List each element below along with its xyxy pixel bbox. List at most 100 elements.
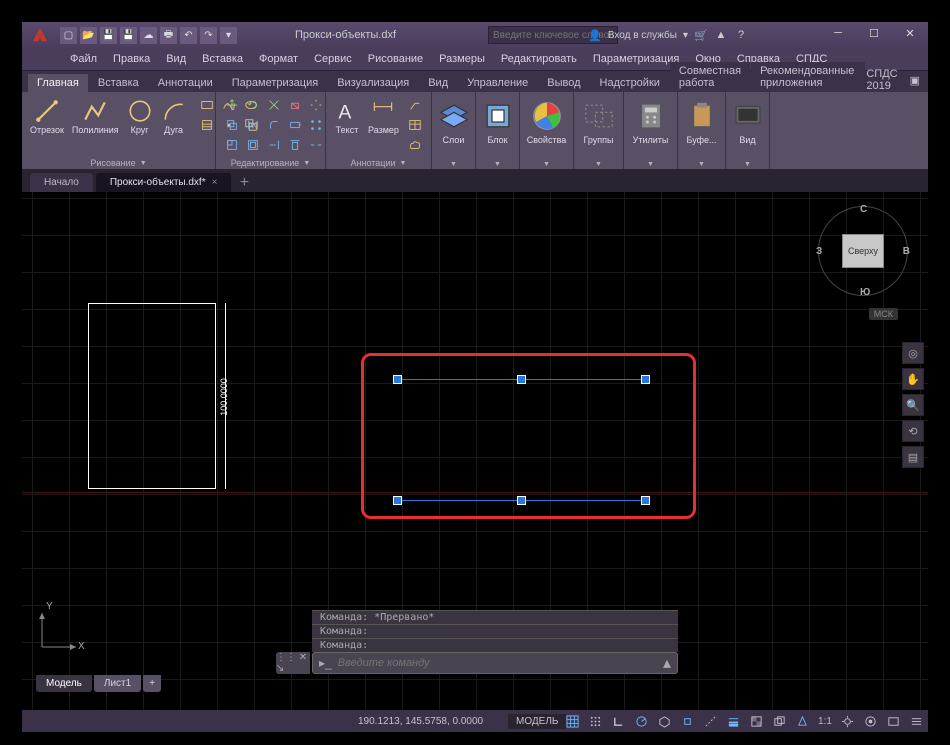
ribtab-insert[interactable]: Вставка: [89, 74, 148, 92]
groups-button[interactable]: Группы: [580, 96, 617, 147]
qat-plot-icon[interactable]: 🖶: [160, 27, 177, 44]
app-logo-icon[interactable]: [26, 24, 54, 46]
grip[interactable]: [393, 375, 402, 384]
grip[interactable]: [517, 375, 526, 384]
navbar-pan-icon[interactable]: ✋: [902, 368, 924, 390]
signin-label[interactable]: Вход в службы: [608, 30, 677, 41]
stretch-icon[interactable]: [285, 116, 305, 134]
sb-ortho-icon[interactable]: [608, 712, 628, 730]
sb-grid-icon[interactable]: [562, 712, 582, 730]
sb-scale-label[interactable]: 1:1: [815, 712, 835, 730]
close-button[interactable]: ✕: [892, 22, 928, 44]
exchange-icon[interactable]: 🛒: [694, 28, 708, 42]
maximize-button[interactable]: ☐: [856, 22, 892, 44]
status-coords[interactable]: 190.1213, 145.5758, 0.0000: [358, 716, 483, 727]
ribtab-spds[interactable]: СПДС 2019: [866, 68, 897, 92]
sb-lineweight-icon[interactable]: [723, 712, 743, 730]
layout-model[interactable]: Модель: [36, 675, 92, 692]
grip[interactable]: [393, 496, 402, 505]
ribtab-visual[interactable]: Визуализация: [328, 74, 418, 92]
utils-button[interactable]: Утилиты: [630, 96, 671, 147]
navbar-zoom-icon[interactable]: 🔍: [902, 394, 924, 416]
block-button[interactable]: Блок: [482, 96, 513, 147]
ribbon-collapse-icon[interactable]: ▣: [910, 74, 920, 87]
layers-button[interactable]: Слои: [438, 96, 469, 147]
qat-open-icon[interactable]: 📂: [80, 27, 97, 44]
array-icon[interactable]: [306, 116, 326, 134]
command-line[interactable]: ▸_ ▴: [312, 652, 678, 674]
erase-icon[interactable]: [285, 96, 305, 114]
paste-button[interactable]: Буфе...: [684, 96, 719, 147]
trim-icon[interactable]: [264, 96, 284, 114]
sb-snap-icon[interactable]: [585, 712, 605, 730]
viewcube[interactable]: Сверху С Ю В З: [818, 206, 908, 296]
qat-more-icon[interactable]: ▾: [220, 27, 237, 44]
drawing-canvas[interactable]: document.write(Array.from({length:25},(_…: [22, 192, 928, 710]
ribtab-manage[interactable]: Управление: [458, 74, 537, 92]
table-icon[interactable]: [405, 116, 425, 134]
menu-edit[interactable]: Правка: [105, 51, 158, 67]
grip[interactable]: [641, 375, 650, 384]
sb-fullscreen-icon[interactable]: [884, 712, 904, 730]
sb-customize-icon[interactable]: [907, 712, 927, 730]
viewcube-west[interactable]: З: [816, 246, 822, 257]
panel-modify-title[interactable]: Редактирование: [231, 158, 300, 168]
line-button[interactable]: Отрезок: [28, 96, 66, 137]
scale-icon[interactable]: [222, 136, 242, 154]
mirror-icon[interactable]: [243, 116, 263, 134]
circle-button[interactable]: Круг: [125, 96, 155, 137]
minimize-button[interactable]: ─: [820, 22, 856, 44]
help-icon[interactable]: ?: [734, 28, 748, 42]
cmd-handle[interactable]: ⋮⋮ ✕ ↘: [276, 652, 310, 674]
ribtab-annot[interactable]: Аннотации: [149, 74, 222, 92]
ribtab-output[interactable]: Вывод: [538, 74, 589, 92]
signin-icon[interactable]: 👤: [588, 28, 602, 42]
menu-tools[interactable]: Сервис: [306, 51, 360, 67]
rect-icon[interactable]: [197, 96, 217, 114]
sb-otrack-icon[interactable]: [700, 712, 720, 730]
menu-format[interactable]: Формат: [251, 51, 306, 67]
extend-icon[interactable]: [264, 136, 284, 154]
sb-transparency-icon[interactable]: [746, 712, 766, 730]
ribtab-collab[interactable]: Совместная работа: [670, 62, 750, 92]
doctab-active[interactable]: Прокси-объекты.dxf*: [96, 173, 232, 192]
arc-button[interactable]: Дуга: [159, 96, 189, 137]
navbar-orbit-icon[interactable]: ⟲: [902, 420, 924, 442]
command-input[interactable]: [338, 657, 657, 669]
viewcube-east[interactable]: В: [903, 246, 910, 257]
props-button[interactable]: Свойства: [526, 96, 567, 147]
cloud-icon[interactable]: [405, 136, 425, 154]
grip[interactable]: [517, 496, 526, 505]
qat-redo-icon[interactable]: ↷: [200, 27, 217, 44]
menu-modify[interactable]: Редактировать: [493, 51, 585, 67]
break-icon[interactable]: [306, 136, 326, 154]
panel-draw-title[interactable]: Рисование: [90, 158, 135, 168]
qat-undo-icon[interactable]: ↶: [180, 27, 197, 44]
ribtab-addins[interactable]: Надстройки: [591, 74, 669, 92]
sb-iso-icon[interactable]: [654, 712, 674, 730]
sb-gear-icon[interactable]: [838, 712, 858, 730]
sb-annoscale-icon[interactable]: [792, 712, 812, 730]
hatch-icon[interactable]: [197, 116, 217, 134]
ribtab-view[interactable]: Вид: [419, 74, 457, 92]
viewcube-south[interactable]: Ю: [860, 287, 870, 298]
menu-view[interactable]: Вид: [158, 51, 194, 67]
explode-icon[interactable]: [306, 96, 326, 114]
qat-saveas-icon[interactable]: 💾: [120, 27, 137, 44]
copy-icon[interactable]: [222, 116, 242, 134]
ribtab-home[interactable]: Главная: [28, 74, 88, 92]
viewcube-top-face[interactable]: Сверху: [842, 234, 884, 268]
dim-button[interactable]: Размер: [366, 96, 401, 137]
a360-icon[interactable]: ▲: [714, 28, 728, 42]
move-icon[interactable]: [222, 96, 242, 114]
viewcube-north[interactable]: С: [860, 204, 867, 215]
menu-draw[interactable]: Рисование: [360, 51, 431, 67]
ribtab-featured[interactable]: Рекомендованные приложения: [751, 62, 865, 92]
navbar-show-icon[interactable]: ▤: [902, 446, 924, 468]
sb-isolate-icon[interactable]: [861, 712, 881, 730]
qat-web-icon[interactable]: ☁: [140, 27, 157, 44]
fillet-icon[interactable]: [264, 116, 284, 134]
offset-icon[interactable]: [243, 136, 263, 154]
ucs-name[interactable]: МСК: [869, 308, 898, 320]
sb-cycling-icon[interactable]: [769, 712, 789, 730]
